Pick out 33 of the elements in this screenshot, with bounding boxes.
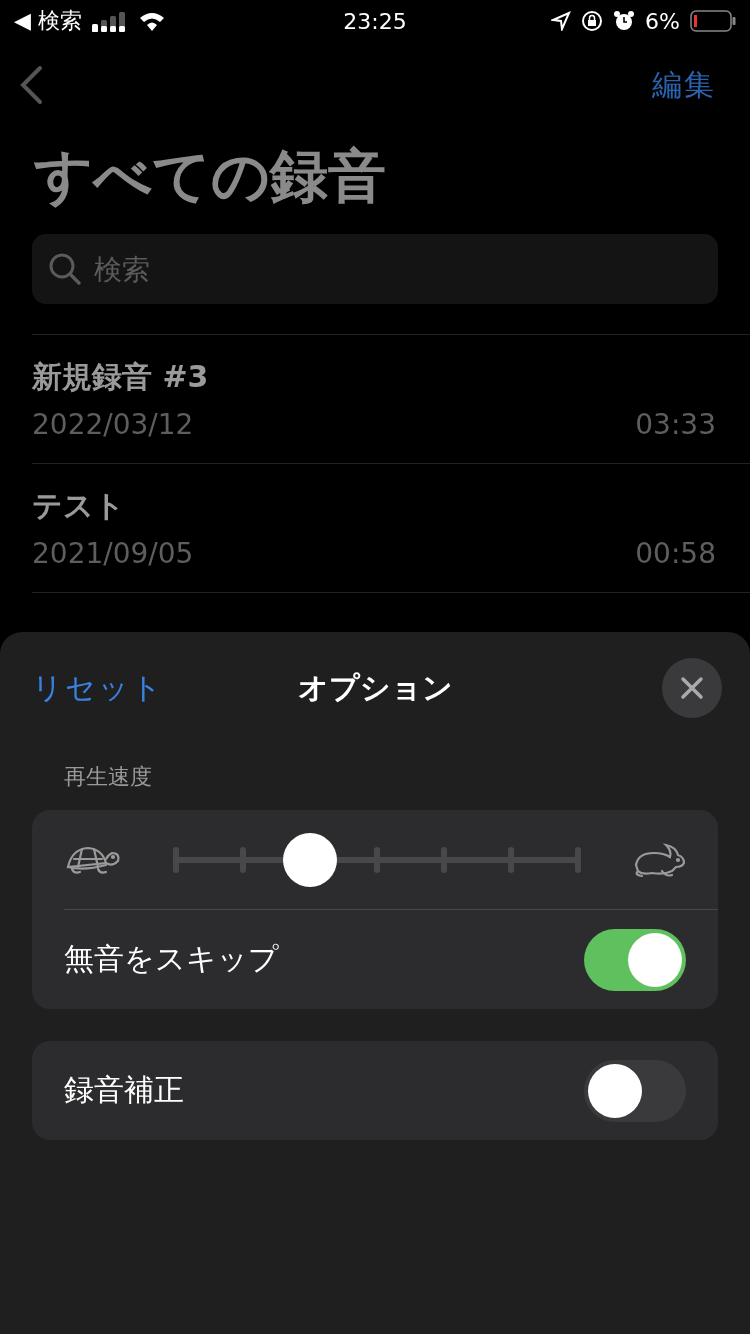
recording-date: 2022/03/12 <box>32 408 194 441</box>
section-label: 再生速度 <box>64 763 153 791</box>
search-field[interactable]: 検索 <box>92 251 702 287</box>
option-label: 録音補正 <box>64 1071 184 1109</box>
tick-mark <box>508 846 514 873</box>
tick-mark <box>441 846 447 873</box>
reset-button[interactable]: リセット <box>32 667 164 709</box>
rotation-lock-icon <box>581 10 604 32</box>
signal-icon <box>91 10 128 32</box>
search-bar[interactable]: 検索 <box>32 234 718 304</box>
slider-thumb[interactable] <box>283 832 337 887</box>
status-time: 23:25 <box>343 8 407 34</box>
tick-mark <box>240 846 246 873</box>
sheet-title: オプション <box>297 668 453 707</box>
tick-mark <box>575 846 581 873</box>
back-chevron-icon[interactable] <box>18 65 44 105</box>
battery-percent: 6% <box>645 8 680 34</box>
recording-name[interactable]: 新規録音 #3 <box>32 357 716 398</box>
close-icon <box>680 676 704 700</box>
recording-name[interactable]: テスト <box>32 486 716 527</box>
tick-mark <box>173 846 179 873</box>
recording-date: 2021/09/05 <box>32 537 194 570</box>
option-label: 無音をスキップ <box>64 940 279 978</box>
alarm-clock-icon <box>613 10 636 32</box>
search-icon <box>48 252 82 286</box>
recording-duration: 03:33 <box>635 408 716 441</box>
back-to-app-link[interactable]: ◀ 検索 <box>14 6 82 36</box>
location-arrow-icon <box>551 11 572 31</box>
page-title: すべての録音 <box>34 141 387 212</box>
rabbit-icon <box>632 840 686 879</box>
battery-icon <box>690 10 736 32</box>
tick-mark <box>374 846 380 873</box>
recording-duration: 00:58 <box>635 537 716 570</box>
